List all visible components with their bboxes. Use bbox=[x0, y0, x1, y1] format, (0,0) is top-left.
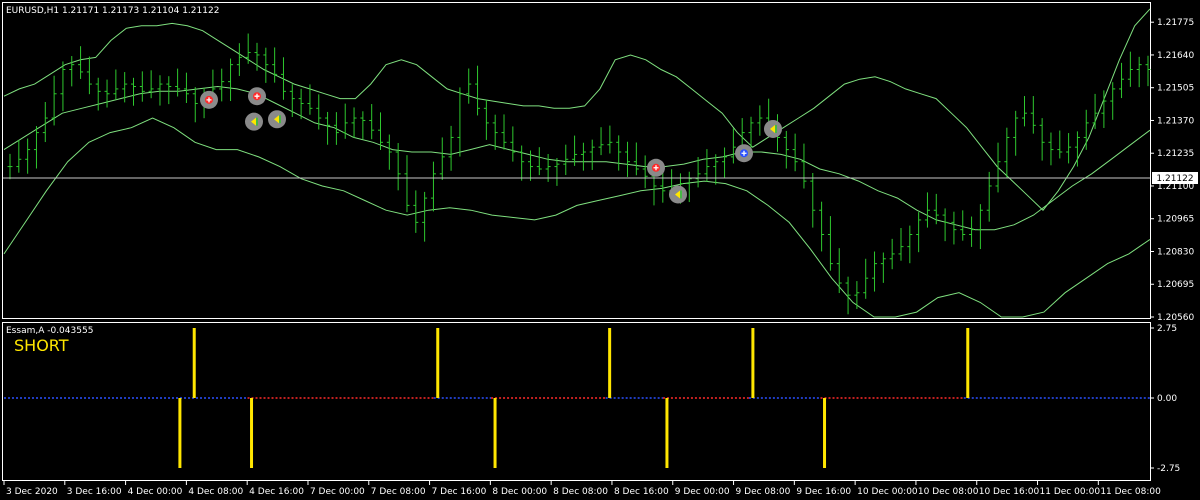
time-tick-label: 11 Dec 08:00 bbox=[1100, 487, 1161, 497]
time-tick-label: 9 Dec 08:00 bbox=[736, 487, 791, 497]
bollinger-middle-line bbox=[3, 85, 1151, 231]
time-tick-label: 8 Dec 16:00 bbox=[614, 487, 669, 497]
indicator-header: Essam,A -0.043555 bbox=[6, 326, 93, 336]
time-tick-label: 3 Dec 2020 bbox=[6, 487, 58, 497]
price-tick-label: 1.20830 bbox=[1157, 247, 1194, 257]
time-axis: 3 Dec 2020 3 Dec 16:00 4 Dec 00:00 4 Dec 08… bbox=[3, 481, 1161, 497]
price-panel-frame bbox=[2, 2, 1151, 319]
price-axis: 1.21775 1.21640 1.21505 1.21370 1.21235 1.211… bbox=[1150, 18, 1194, 323]
indicator-panel-frame bbox=[2, 322, 1151, 481]
time-tick-label: 4 Dec 16:00 bbox=[249, 487, 304, 497]
time-tick-label: 9 Dec 00:00 bbox=[675, 487, 730, 497]
price-tick-label: 1.21640 bbox=[1157, 51, 1194, 61]
main-chart-header: EURUSD,H1 1.21171 1.21173 1.21104 1.2112… bbox=[6, 6, 219, 16]
time-tick-label: 4 Dec 08:00 bbox=[188, 487, 243, 497]
bollinger-lower-line bbox=[3, 117, 1151, 318]
time-tick-label: 8 Dec 08:00 bbox=[553, 487, 608, 497]
time-tick-label: 11 Dec 00:00 bbox=[1040, 487, 1101, 497]
time-tick-label: 10 Dec 08:00 bbox=[918, 487, 979, 497]
price-tick-label: 1.21235 bbox=[1157, 149, 1194, 159]
indicator-axis: 2.75 0.00 -2.75 bbox=[1150, 324, 1180, 474]
price-tick-label: 1.21505 bbox=[1157, 84, 1194, 94]
price-tick-label: 1.21370 bbox=[1157, 116, 1194, 126]
chart-canvas: 1.21122 1.217751.216401.215051.213701.21… bbox=[2, 2, 1198, 497]
indicator-tick-label: 0.00 bbox=[1157, 394, 1177, 404]
price-tick-label: 1.20695 bbox=[1157, 280, 1194, 290]
price-tick-label: 1.20965 bbox=[1157, 215, 1194, 225]
time-tick-label: 8 Dec 00:00 bbox=[492, 487, 547, 497]
time-tick-label: 7 Dec 16:00 bbox=[432, 487, 487, 497]
indicator-tick-label: -2.75 bbox=[1157, 464, 1180, 474]
signal-text: SHORT bbox=[14, 336, 69, 355]
time-tick-label: 10 Dec 16:00 bbox=[979, 487, 1040, 497]
price-tick-label: 1.21775 bbox=[1157, 18, 1194, 28]
indicator-tick-label: 2.75 bbox=[1157, 324, 1177, 334]
price-bars bbox=[7, 33, 1151, 315]
time-tick-label: 7 Dec 00:00 bbox=[310, 487, 365, 497]
time-tick-label: 3 Dec 16:00 bbox=[67, 487, 122, 497]
time-tick-label: 10 Dec 00:00 bbox=[857, 487, 918, 497]
time-tick-label: 7 Dec 08:00 bbox=[371, 487, 426, 497]
price-tick-label: 1.21100 bbox=[1157, 182, 1194, 192]
bollinger-bands bbox=[3, 8, 1151, 318]
time-tick-label: 4 Dec 00:00 bbox=[128, 487, 183, 497]
price-tick-label: 1.20560 bbox=[1157, 313, 1194, 323]
bollinger-upper-line bbox=[3, 8, 1151, 211]
time-tick-label: 9 Dec 16:00 bbox=[796, 487, 851, 497]
